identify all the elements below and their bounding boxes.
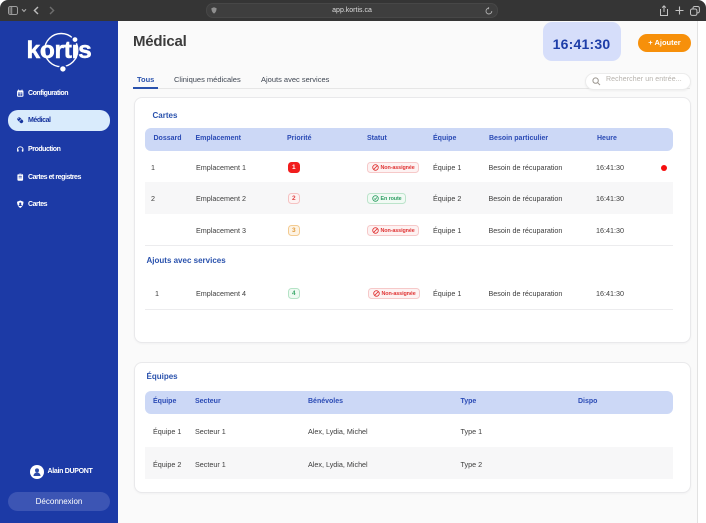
svg-text:kortıs: kortıs xyxy=(27,37,92,64)
